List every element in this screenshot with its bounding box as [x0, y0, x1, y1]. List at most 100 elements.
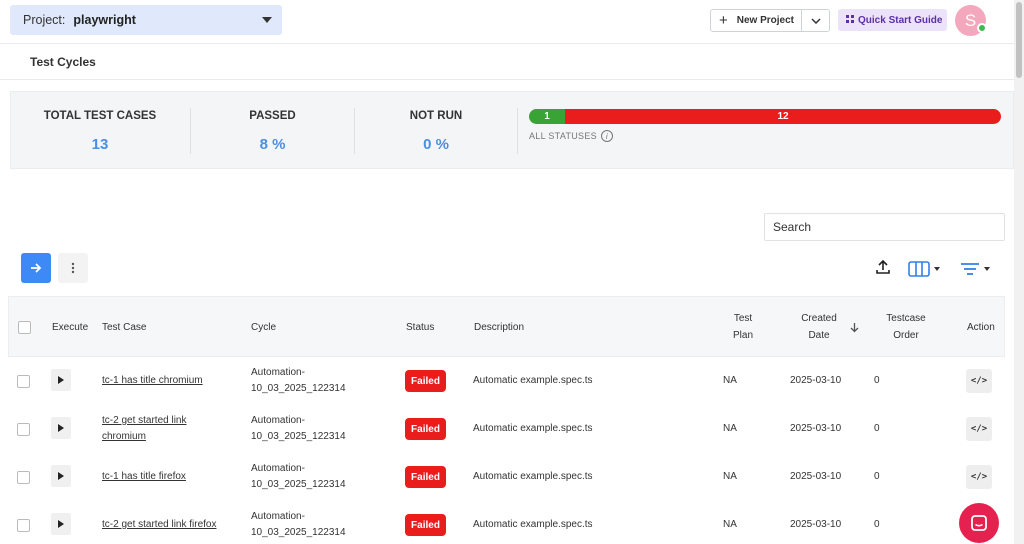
page-scrollbar[interactable] [1014, 0, 1024, 544]
stat-not-run-value: 0 % [423, 136, 449, 153]
filter-button[interactable] [960, 259, 996, 279]
cycle-line1: Automation- [251, 367, 305, 378]
test-case-name[interactable]: tc-1 has title chromium [102, 375, 203, 386]
created-date-cell: 2025-03-10 [790, 471, 842, 482]
table-row: tc-2 get started link chromium Automatio… [8, 405, 1005, 453]
header-test-plan[interactable]: Test Plan [731, 310, 755, 344]
code-icon: </> [970, 376, 988, 386]
chat-button[interactable] [959, 503, 999, 543]
code-icon: </> [970, 424, 988, 434]
header-order-line2: Order [893, 330, 919, 341]
row-checkbox[interactable] [17, 471, 30, 484]
filter-icon [961, 263, 979, 275]
execute-button[interactable] [51, 369, 71, 391]
cycle-line2: 10_03_2025_122314 [251, 479, 346, 490]
status-progress-bar[interactable]: 1 12 [529, 109, 1001, 124]
description-cell: Automatic example.spec.ts [473, 519, 593, 530]
description-cell: Automatic example.spec.ts [473, 375, 593, 386]
description-cell: Automatic example.spec.ts [473, 423, 593, 434]
chevron-down-icon [984, 267, 990, 271]
stat-total: TOTAL TEST CASES 13 [11, 92, 189, 168]
status-badge: Failed [405, 418, 446, 440]
sub-header: Test Cycles [0, 44, 1014, 80]
test-case-link[interactable]: tc-2 get started link firefox [102, 517, 217, 533]
header-description[interactable]: Description [474, 319, 524, 336]
play-icon [58, 424, 64, 432]
project-value: playwright [73, 13, 136, 27]
test-case-name-line1[interactable]: tc-2 get started link [102, 413, 186, 429]
code-button[interactable]: </> [966, 465, 992, 489]
code-button[interactable]: </> [966, 417, 992, 441]
test-case-link[interactable]: tc-1 has title chromium [102, 373, 203, 389]
test-case-link[interactable]: tc-1 has title firefox [102, 469, 186, 485]
status-badge: Failed [405, 466, 446, 488]
execute-button[interactable] [51, 465, 71, 487]
cycle-line1: Automation- [251, 415, 305, 426]
stat-passed-label: PASSED [249, 110, 296, 122]
stat-not-run-label: NOT RUN [409, 110, 463, 122]
header-cycle[interactable]: Cycle [251, 319, 276, 336]
cycle-cell: Automation- 10_03_2025_122314 [251, 413, 346, 445]
header-status[interactable]: Status [406, 319, 434, 336]
code-button[interactable]: </> [966, 369, 992, 393]
execute-button[interactable] [51, 513, 71, 535]
header-order-line1: Testcase [886, 313, 926, 324]
test-case-link[interactable]: tc-2 get started link chromium [102, 413, 186, 445]
grid-icon [846, 15, 854, 25]
new-project-dropdown-button[interactable] [802, 17, 829, 24]
header-execute[interactable]: Execute [52, 319, 88, 336]
table-row: tc-2 get started link firefox Automation… [8, 501, 1005, 544]
quick-start-label: Quick Start Guide [858, 14, 943, 26]
stat-not-run: NOT RUN 0 % [355, 92, 517, 168]
status-badge: Failed [405, 514, 446, 536]
table-row: tc-1 has title firefox Automation- 10_03… [8, 453, 1005, 501]
created-date-cell: 2025-03-10 [790, 519, 842, 530]
go-button[interactable] [21, 253, 51, 283]
order-cell: 0 [874, 375, 880, 386]
header-action: Action [967, 322, 995, 333]
test-case-name-line2[interactable]: chromium [102, 429, 186, 445]
new-project-label: New Project [736, 15, 795, 26]
columns-icon [908, 261, 930, 277]
sort-down-icon[interactable] [850, 322, 859, 333]
play-icon [58, 376, 64, 384]
stat-passed: PASSED 8 % [191, 92, 354, 168]
quick-start-guide-button[interactable]: Quick Start Guide [838, 9, 947, 31]
info-icon[interactable]: i [600, 130, 613, 142]
order-cell: 0 [874, 471, 880, 482]
table-row: tc-1 has title chromium Automation- 10_0… [8, 357, 1005, 405]
new-project-button-group: + New Project [710, 9, 830, 32]
page-title: Test Cycles [30, 55, 96, 69]
status-badge: Failed [405, 370, 446, 392]
stat-passed-value: 8 % [259, 136, 286, 153]
export-button[interactable] [875, 259, 893, 277]
test-plan-cell: NA [723, 519, 737, 530]
cycle-line1: Automation- [251, 463, 305, 474]
header-created-line2: Date [808, 330, 830, 341]
scrollbar-thumb[interactable] [1016, 2, 1022, 78]
header-created-date[interactable]: Created Date [799, 310, 839, 344]
all-statuses-caption: ALL STATUSES i [529, 130, 613, 142]
select-all-checkbox[interactable] [18, 321, 31, 334]
status-passed-segment[interactable]: 1 [529, 109, 565, 124]
new-project-button[interactable]: + New Project [711, 10, 802, 31]
execute-button[interactable] [51, 417, 71, 439]
stat-total-label: TOTAL TEST CASES [43, 110, 157, 122]
test-plan-cell: NA [723, 471, 737, 482]
status-failed-segment[interactable]: 12 [565, 109, 1001, 124]
test-case-name[interactable]: tc-2 get started link firefox [102, 519, 217, 530]
columns-button[interactable] [908, 259, 944, 279]
more-options-button[interactable] [58, 253, 88, 283]
row-checkbox[interactable] [17, 519, 30, 532]
project-select[interactable]: Project: playwright [10, 5, 282, 35]
test-case-name[interactable]: tc-1 has title firefox [102, 471, 186, 482]
divider [517, 108, 518, 154]
header-test-case[interactable]: Test Case [102, 319, 146, 336]
row-checkbox[interactable] [17, 375, 30, 388]
code-icon: </> [970, 472, 988, 482]
row-checkbox[interactable] [17, 423, 30, 436]
header-testcase-order[interactable]: Testcase Order [885, 310, 927, 344]
search-input[interactable] [764, 213, 1005, 241]
chevron-down-icon [934, 267, 940, 271]
header-test-plan-line2: Plan [732, 330, 753, 341]
